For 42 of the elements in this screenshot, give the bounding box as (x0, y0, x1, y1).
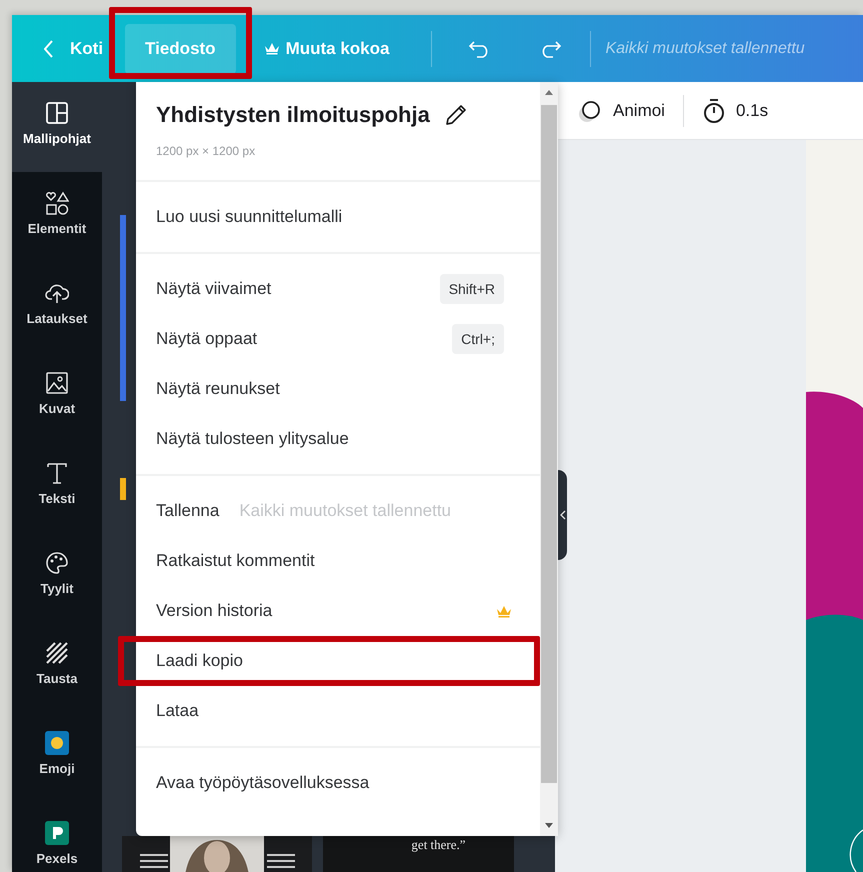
menu-item[interactable]: Lataa (136, 686, 540, 736)
save-status: Kaikki muutokset tallennettu (605, 40, 805, 58)
menu-item[interactable]: Näytä reunukset (136, 364, 540, 414)
shortcut-key: Shift+R (440, 274, 504, 304)
crown-icon (264, 42, 280, 55)
scrollbar[interactable] (540, 82, 558, 836)
stripes-icon (45, 641, 69, 665)
design-title: Yhdistysten ilmoituspohja (156, 102, 430, 128)
text-icon (45, 461, 69, 485)
duration-button[interactable]: 0.1s (696, 94, 774, 128)
shapes-icon (45, 191, 69, 215)
palette-icon (45, 551, 69, 575)
menu-item[interactable]: Näytä tulosteen ylitysalue (136, 414, 540, 464)
menu-item[interactable]: Version historia (136, 586, 540, 636)
emoji-app-icon (45, 731, 69, 755)
pencil-icon (444, 103, 468, 127)
image-icon (45, 371, 69, 395)
menu-item[interactable]: Ratkaistut kommentit (136, 536, 540, 586)
save-note: Kaikki muutokset tallennettu (239, 501, 451, 521)
menu-item[interactable]: Avaa työpöytäsovelluksessa (136, 758, 540, 808)
menu-item[interactable]: Luo uusi suunnittelumalli (136, 192, 540, 242)
sidebar-item[interactable]: Mallipohjat (12, 82, 102, 172)
arrow-up-icon (545, 90, 553, 95)
accent-bar (120, 478, 126, 500)
app-icon (45, 821, 69, 845)
stopwatch-icon (702, 98, 726, 124)
layout-icon (45, 101, 69, 125)
menu-item[interactable]: Näytä viivaimet Shift+R (136, 264, 540, 314)
rename-button[interactable] (444, 103, 468, 127)
template-thumbnail[interactable]: get there.” (323, 836, 514, 872)
collapse-handle[interactable] (558, 470, 567, 560)
crown-icon (496, 604, 512, 618)
design-size: 1200 px × 1200 px (156, 144, 256, 158)
animate-button[interactable]: Animoi (571, 94, 671, 128)
menu-item[interactable]: Tallenna Kaikki muutokset tallennettu (136, 486, 540, 536)
chevron-left-icon (560, 510, 566, 520)
menu-item[interactable]: Näytä oppaat Ctrl+; (136, 314, 540, 364)
shortcut-key: Ctrl+; (452, 324, 504, 354)
arrow-down-icon (545, 823, 553, 828)
chevron-left-icon (44, 40, 54, 58)
menu-item[interactable]: Laadi kopio (118, 636, 540, 686)
quote-text: get there.” (411, 838, 466, 854)
